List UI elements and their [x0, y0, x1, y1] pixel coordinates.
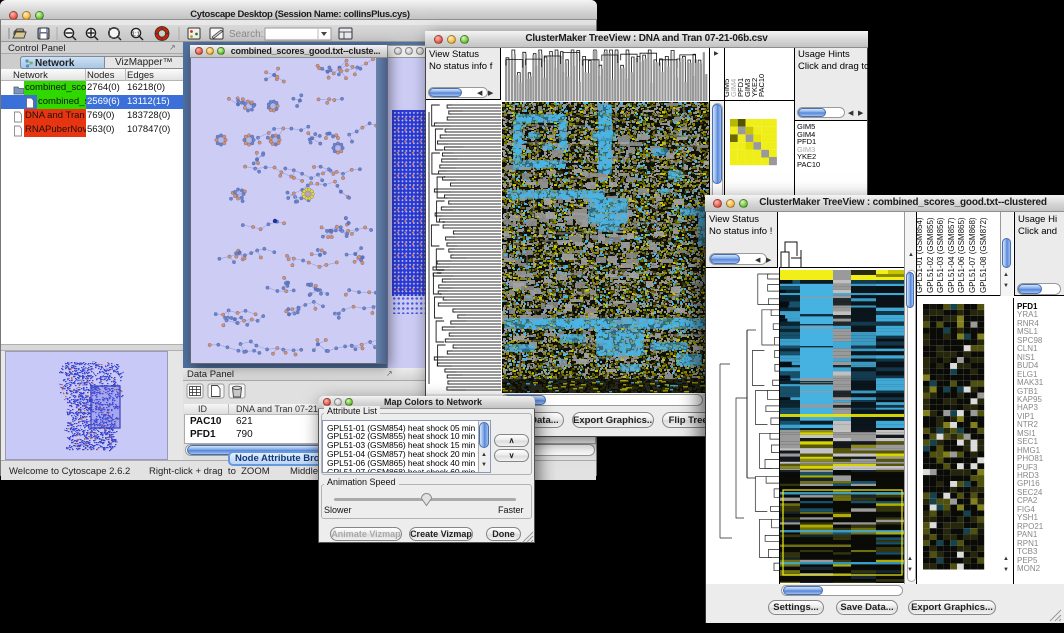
- svg-text:Search:: Search:: [229, 29, 263, 40]
- svg-text:1:1: 1:1: [132, 32, 140, 38]
